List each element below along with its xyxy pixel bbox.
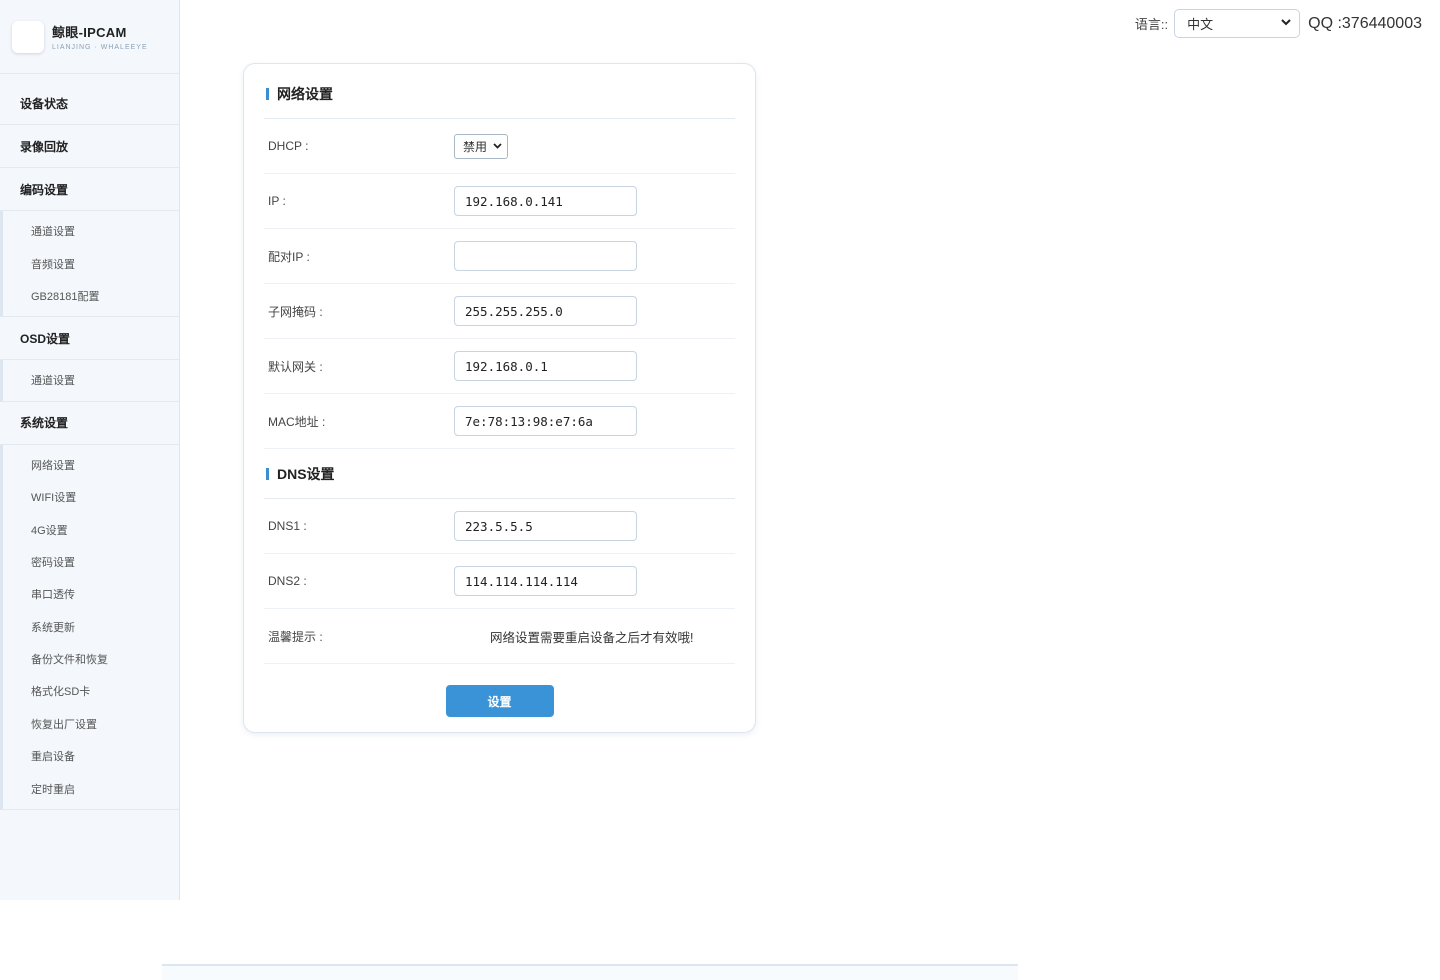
sidebar-item-format-sd[interactable]: 格式化SD卡 — [0, 675, 179, 707]
form-row-dns2: DNS2 : — [264, 554, 735, 609]
gateway-input[interactable] — [454, 351, 637, 381]
nav-sub-osd: 通道设置 — [0, 360, 179, 402]
nav-group-device-status[interactable]: 设备状态 — [0, 82, 179, 125]
sidebar-item-update[interactable]: 系统更新 — [0, 611, 179, 643]
sidebar-item-reboot[interactable]: 重启设备 — [0, 740, 179, 772]
sidebar: 鲸眼-IPCAM LIANJING · WHALEEYE 设备状态 录像回放 编… — [0, 0, 180, 900]
footer-divider — [162, 964, 1018, 980]
dhcp-label: DHCP : — [268, 139, 309, 153]
chevron-down-icon — [493, 141, 502, 152]
tip-text: 网络设置需要重启设备之后才有效哦! — [490, 630, 694, 645]
dns2-label: DNS2 : — [268, 574, 307, 588]
sidebar-item-4g[interactable]: 4G设置 — [0, 513, 179, 545]
sidebar-item-backup[interactable]: 备份文件和恢复 — [0, 643, 179, 675]
subnet-label: 子网掩码 : — [268, 304, 323, 319]
language-select-value: 中文 — [1187, 17, 1214, 32]
section-title-network: 网络设置 — [264, 69, 735, 119]
dhcp-select[interactable]: 禁用 — [454, 133, 508, 159]
mac-label: MAC地址 : — [268, 414, 326, 429]
dns1-input[interactable] — [454, 511, 637, 541]
form-row-pair-ip: 配对IP : — [264, 229, 735, 284]
form-row-dns1: DNS1 : — [264, 499, 735, 554]
sidebar-item-wifi[interactable]: WIFI设置 — [0, 481, 179, 513]
sidebar-item-channel[interactable]: 通道设置 — [0, 215, 179, 247]
nav-group-playback[interactable]: 录像回放 — [0, 125, 179, 168]
section-title-network-text: 网络设置 — [277, 85, 333, 102]
gateway-label: 默认网关 : — [268, 359, 323, 374]
form-row-mac: MAC地址 : — [264, 394, 735, 449]
language-label: 语言:: — [1134, 17, 1169, 32]
tip-label: 温馨提示 : — [268, 629, 323, 644]
nav-group-encoding[interactable]: 编码设置 — [0, 168, 179, 211]
section-title-dns: DNS设置 — [264, 449, 735, 499]
mac-input[interactable] — [454, 406, 637, 436]
nav-group-system[interactable]: 系统设置 — [0, 402, 179, 445]
subnet-input[interactable] — [454, 296, 637, 326]
nav-sub-system: 网络设置 WIFI设置 4G设置 密码设置 串口透传 系统更新 备份文件和恢复 … — [0, 444, 179, 810]
sidebar-item-factory-reset[interactable]: 恢复出厂设置 — [0, 708, 179, 740]
section-accent-bar — [266, 467, 269, 480]
dns1-label: DNS1 : — [268, 519, 307, 533]
form-row-subnet: 子网掩码 : — [264, 284, 735, 339]
brand-title: 鲸眼-IPCAM — [52, 25, 127, 40]
sidebar-item-password[interactable]: 密码设置 — [0, 546, 179, 578]
chevron-down-icon — [1281, 18, 1291, 29]
topbar: 语言:: 中文 QQ :376440003 — [1135, 9, 1422, 38]
sidebar-item-network[interactable]: 网络设置 — [0, 449, 179, 481]
ip-input[interactable] — [454, 186, 637, 216]
form-row-ip: IP : — [264, 174, 735, 229]
ip-label: IP : — [268, 194, 286, 208]
form-row-tip: 温馨提示 : 网络设置需要重启设备之后才有效哦! — [264, 609, 735, 664]
brand: 鲸眼-IPCAM LIANJING · WHALEEYE — [0, 0, 179, 74]
language-select[interactable]: 中文 — [1174, 9, 1301, 38]
brand-subtitle: LIANJING · WHALEEYE — [52, 44, 148, 51]
sidebar-item-osd-channel[interactable]: 通道设置 — [0, 364, 179, 396]
brand-logo — [12, 20, 44, 53]
pair-ip-label: 配对IP : — [268, 249, 310, 264]
form-row-dhcp: DHCP : 禁用 — [264, 119, 735, 174]
sidebar-item-scheduled-reboot[interactable]: 定时重启 — [0, 772, 179, 804]
section-title-dns-text: DNS设置 — [277, 465, 335, 482]
submit-settings-button[interactable]: 设置 — [445, 685, 554, 717]
sidebar-item-serial[interactable]: 串口透传 — [0, 578, 179, 610]
qq-contact: QQ :376440003 — [1308, 14, 1422, 32]
dhcp-select-value: 禁用 — [463, 139, 488, 154]
nav-group-osd[interactable]: OSD设置 — [0, 317, 179, 361]
nav-sub-encoding: 通道设置 音频设置 GB28181配置 — [0, 211, 179, 318]
section-accent-bar — [266, 87, 269, 100]
network-settings-card: 网络设置 DHCP : 禁用 IP : 配对IP : 子网掩码 : 默认网关 :… — [243, 63, 756, 733]
sidebar-item-gb28181[interactable]: GB28181配置 — [0, 280, 179, 312]
dns2-input[interactable] — [454, 566, 637, 596]
form-row-gateway: 默认网关 : — [264, 339, 735, 394]
pair-ip-input[interactable] — [454, 241, 637, 271]
sidebar-item-audio[interactable]: 音频设置 — [0, 247, 179, 279]
